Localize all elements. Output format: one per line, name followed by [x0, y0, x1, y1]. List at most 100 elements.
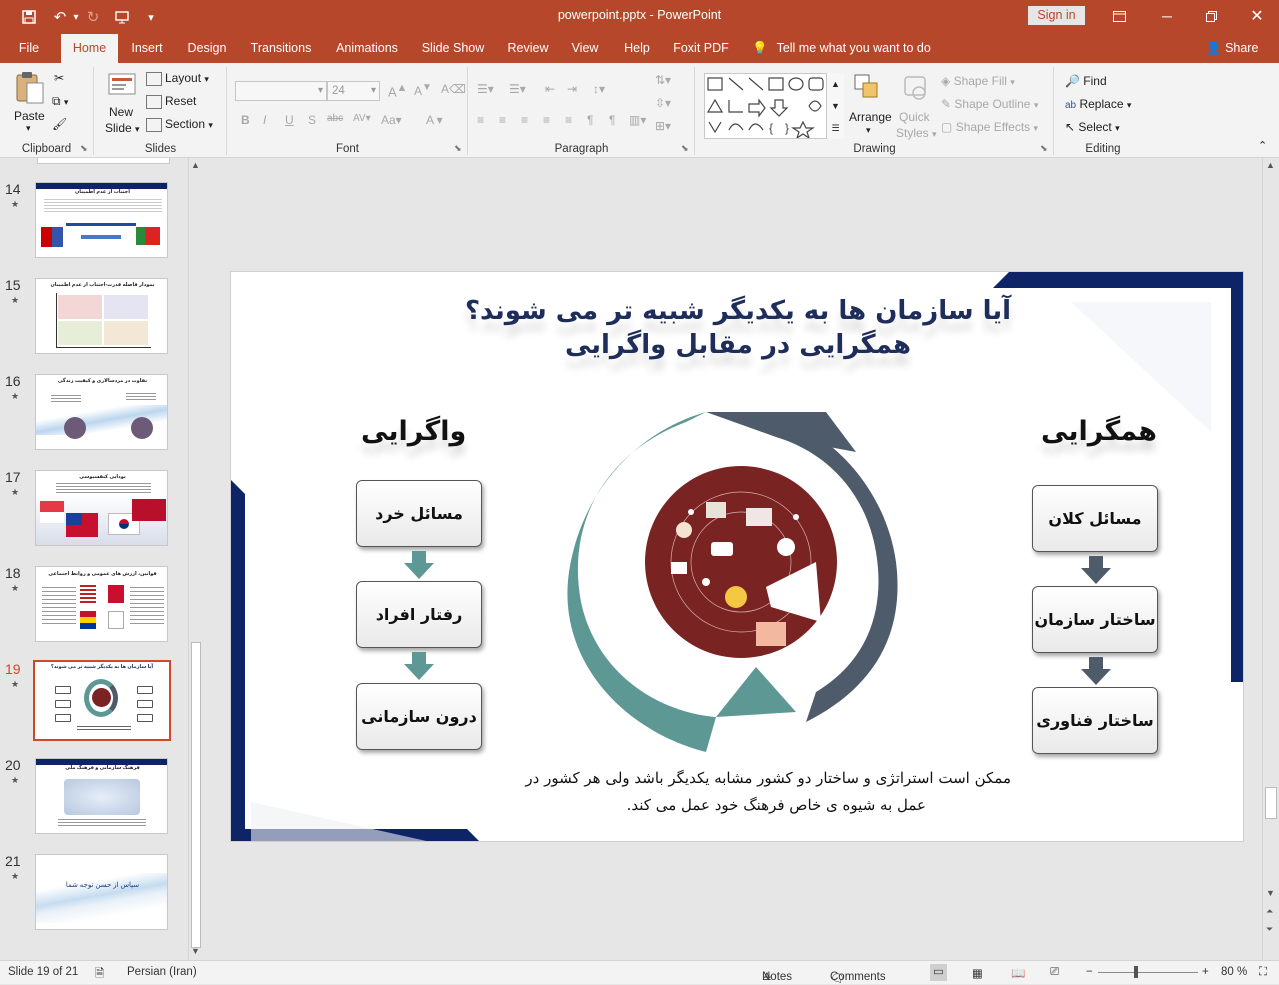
zoom-level[interactable]: 80 %: [1221, 966, 1247, 978]
font-name-combo[interactable]: ▾: [235, 81, 327, 101]
tab-transitions[interactable]: Transitions: [245, 34, 317, 63]
paste-button[interactable]: Paste: [14, 109, 45, 123]
justify-icon[interactable]: ≡: [543, 113, 550, 127]
character-spacing-icon[interactable]: AV▾: [353, 113, 371, 124]
tab-animations[interactable]: Animations: [330, 34, 404, 63]
canvas-scrollbar[interactable]: ▲ ▼ ⏶ ⏷: [1262, 158, 1279, 960]
box-technology-structure[interactable]: ساختار فناوری: [1032, 687, 1158, 754]
align-text-icon[interactable]: ⇳▾: [655, 96, 671, 110]
reading-view-icon[interactable]: 📖: [1011, 966, 1025, 980]
tab-help[interactable]: Help: [619, 34, 655, 63]
slide-thumbnail-18[interactable]: قوانین، ارزش های عمومی و روابط اجتماعی: [35, 566, 168, 642]
slide-caption[interactable]: ممکن است استراتژی و ساختار دو کشور مشابه…: [461, 765, 1011, 819]
slide-sorter-icon[interactable]: ▦: [972, 966, 983, 980]
next-slide-icon[interactable]: ⏷: [1266, 924, 1273, 935]
shape-effects-button[interactable]: ▢ Shape Effects ▾: [941, 120, 1038, 134]
find-button[interactable]: 🔎 Find: [1065, 74, 1107, 88]
distributed-icon[interactable]: ≡: [565, 113, 572, 127]
slide-show-icon[interactable]: ⎚: [1050, 966, 1059, 979]
scroll-up-icon[interactable]: ▲: [191, 160, 200, 170]
collapse-ribbon-icon[interactable]: ⌃: [1258, 139, 1267, 152]
box-micro-issues[interactable]: مسائل خرد: [356, 480, 482, 547]
shapes-gallery[interactable]: {}: [704, 73, 844, 140]
canvas-scroll-thumb[interactable]: [1265, 787, 1277, 819]
bullets-icon[interactable]: ☰▾: [477, 82, 494, 96]
spell-check-icon[interactable]: 🗎: [95, 966, 104, 985]
tell-me-search[interactable]: 💡 Tell me what you want to do: [752, 34, 931, 63]
copy-icon[interactable]: ⧉ ▾: [52, 94, 68, 109]
scroll-up-icon[interactable]: ▲: [1266, 160, 1275, 170]
decrease-indent-icon[interactable]: ⇤: [545, 82, 555, 96]
fit-to-window-icon[interactable]: ⛶: [1259, 966, 1267, 979]
language-indicator[interactable]: Persian (Iran): [127, 966, 197, 978]
numbering-icon[interactable]: ☰▾: [509, 82, 526, 96]
box-intra-organizational[interactable]: درون سازمانی: [356, 683, 482, 750]
underline-icon[interactable]: U: [285, 113, 294, 127]
close-icon[interactable]: ✕: [1244, 5, 1270, 27]
tab-insert[interactable]: Insert: [124, 34, 170, 63]
arrange-icon[interactable]: [853, 73, 885, 105]
new-slide-icon[interactable]: [106, 71, 138, 103]
shapes-gallery-scroll[interactable]: ▲ ▼ ☰: [826, 73, 844, 139]
zoom-out-icon[interactable]: −: [1086, 966, 1093, 978]
slide-thumbnail-17[interactable]: بودایی کنفسیوسی: [35, 470, 168, 546]
smartart-icon[interactable]: ⊞▾: [655, 119, 671, 133]
increase-font-size-icon[interactable]: A▲: [388, 82, 407, 99]
paste-dropdown-icon[interactable]: ▾: [26, 123, 31, 134]
decrease-font-size-icon[interactable]: A▼: [414, 82, 432, 98]
drawing-launcher-icon[interactable]: ⬊: [1040, 143, 1048, 154]
align-center-icon[interactable]: ≡: [499, 113, 506, 127]
slide-thumbnail-14[interactable]: اجتناب از عدم اطمینان: [35, 182, 168, 258]
paste-icon[interactable]: [14, 71, 46, 104]
slide-title[interactable]: آیا سازمان ها به یکدیگر شبیه تر می شوند؟…: [431, 294, 1045, 362]
box-individual-behavior[interactable]: رفتار افراد: [356, 581, 482, 648]
scroll-down-icon[interactable]: ▼: [191, 946, 200, 956]
increase-indent-icon[interactable]: ⇥: [567, 82, 577, 96]
columns-icon[interactable]: ▥▾: [629, 113, 646, 127]
paragraph-launcher-icon[interactable]: ⬊: [681, 143, 689, 154]
quick-styles-icon[interactable]: [901, 73, 933, 105]
rtl-icon[interactable]: ¶: [587, 113, 593, 127]
tab-file[interactable]: File: [8, 34, 50, 63]
restore-icon[interactable]: [1198, 5, 1224, 27]
italic-icon[interactable]: I: [263, 113, 266, 127]
bold-icon[interactable]: B: [241, 113, 250, 127]
arrange-button[interactable]: Arrange: [849, 110, 892, 124]
thumbnail-scroll-thumb[interactable]: [191, 642, 201, 948]
box-macro-issues[interactable]: مسائل کلان: [1032, 485, 1158, 552]
tab-design[interactable]: Design: [181, 34, 233, 63]
change-case-icon[interactable]: Aa▾: [381, 113, 402, 127]
align-right-icon[interactable]: ≡: [521, 113, 528, 127]
slide[interactable]: آیا سازمان ها به یکدیگر شبیه تر می شوند؟…: [230, 271, 1244, 842]
zoom-slider[interactable]: [1098, 972, 1198, 973]
left-heading-divergence[interactable]: واگرایی: [361, 416, 466, 447]
layout-button[interactable]: Layout ▾: [146, 71, 209, 86]
clipboard-launcher-icon[interactable]: ⬊: [80, 143, 88, 154]
box-organization-structure[interactable]: ساختار سازمان: [1032, 586, 1158, 653]
minimize-icon[interactable]: ─: [1154, 5, 1180, 27]
font-size-combo[interactable]: 24 ▾: [327, 81, 380, 101]
tab-review[interactable]: Review: [503, 34, 553, 63]
reset-button[interactable]: Reset: [146, 94, 196, 109]
quick-styles-button[interactable]: Quick: [899, 110, 930, 124]
thumbnail-scrollbar[interactable]: ▲ ▼: [188, 158, 203, 960]
text-direction-icon[interactable]: ⇅▾: [655, 73, 671, 87]
format-painter-icon[interactable]: 🖌: [52, 117, 67, 131]
clear-formatting-icon[interactable]: A⌫: [441, 82, 466, 96]
convergence-divergence-graphic[interactable]: [566, 412, 906, 752]
tab-slide-show[interactable]: Slide Show: [418, 34, 488, 63]
cut-icon[interactable]: ✂: [54, 71, 64, 85]
select-button[interactable]: ↖ Select ▾: [1065, 120, 1120, 134]
slide-thumbnail-16[interactable]: تفاوت در مردسالاری و کیفیت زندگی: [35, 374, 168, 450]
slide-thumbnail-20[interactable]: فرهنگ سازمانی و فرهنگ ملی: [35, 758, 168, 834]
slide-thumbnail-19[interactable]: آیا سازمان ها به یکدیگر شبیه تر می شوند؟: [33, 660, 171, 741]
ltr-icon[interactable]: ¶: [609, 113, 615, 127]
line-spacing-icon[interactable]: ↕▾: [593, 82, 605, 96]
zoom-slider-thumb[interactable]: [1134, 966, 1138, 978]
zoom-in-icon[interactable]: +: [1202, 966, 1209, 978]
slide-thumbnail-21[interactable]: سپاس از حسن توجه شما: [35, 854, 168, 930]
shape-outline-button[interactable]: ✎ Shape Outline ▾: [941, 97, 1038, 111]
previous-slide-icon[interactable]: ⏶: [1266, 906, 1273, 917]
slide-thumbnail-15[interactable]: نمودار فاصله قدرت-اجتناب از عدم اطمینان: [35, 278, 168, 354]
tab-foxit-pdf[interactable]: Foxit PDF: [670, 34, 732, 63]
